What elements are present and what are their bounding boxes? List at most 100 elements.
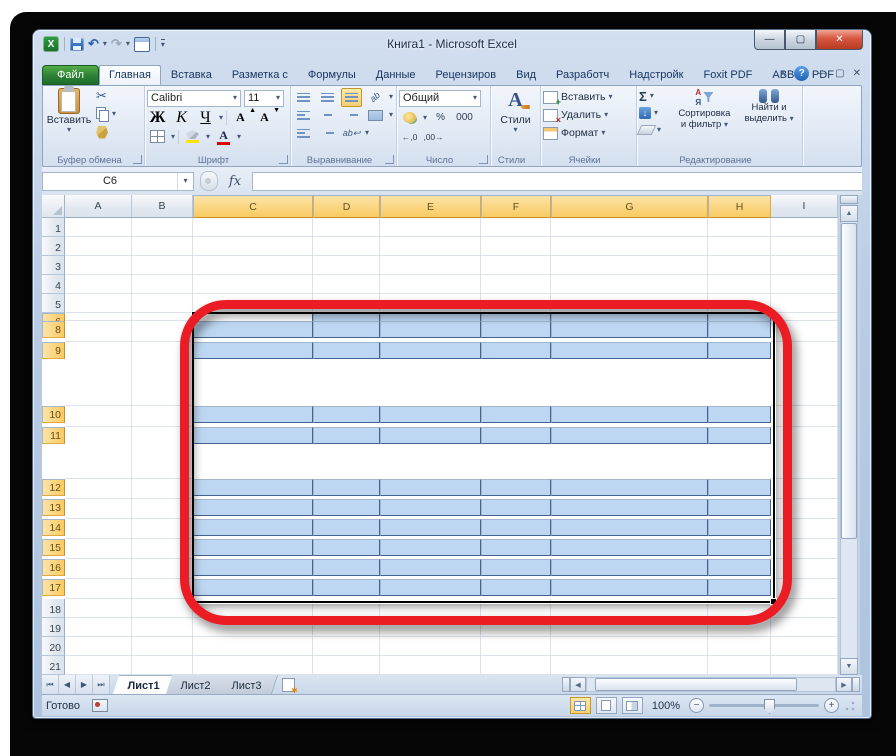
cell-F11[interactable] xyxy=(481,427,551,444)
vertical-scroll-track[interactable] xyxy=(840,222,858,658)
cell-H4[interactable] xyxy=(708,275,771,294)
cell-B17[interactable] xyxy=(132,579,193,599)
tab-data[interactable]: Данные xyxy=(366,65,426,85)
cell-C5[interactable] xyxy=(193,294,313,313)
cell-D8[interactable] xyxy=(313,321,380,338)
cell-C10[interactable] xyxy=(193,406,313,423)
cell-A1[interactable] xyxy=(65,218,132,237)
number-format-select[interactable]: Общий▾ xyxy=(399,90,481,107)
cell-E11[interactable] xyxy=(380,427,481,444)
cell-F20[interactable] xyxy=(481,637,551,656)
cell-A17[interactable] xyxy=(65,579,132,599)
cell-E14[interactable] xyxy=(380,519,481,536)
row-header-10[interactable]: 10 xyxy=(42,406,65,423)
cell-E21[interactable] xyxy=(380,656,481,675)
shrink-font-button[interactable]: A▼ xyxy=(254,108,275,127)
cell-H12[interactable] xyxy=(708,479,771,496)
cell-I13[interactable] xyxy=(771,499,838,519)
align-center-icon[interactable] xyxy=(317,106,338,125)
cell-C14[interactable] xyxy=(193,519,313,536)
cell-I16[interactable] xyxy=(771,559,838,579)
row-header-11[interactable]: 11 xyxy=(42,427,65,444)
cell-A3[interactable] xyxy=(65,256,132,275)
font-dialog-launcher[interactable] xyxy=(279,155,288,164)
underline-button[interactable]: Ч xyxy=(195,108,216,127)
cell-D5[interactable] xyxy=(313,294,380,313)
zoom-slider-thumb[interactable] xyxy=(764,699,775,714)
zoom-in-button[interactable]: + xyxy=(824,698,839,713)
cell-H15[interactable] xyxy=(708,539,771,556)
cell-D4[interactable] xyxy=(313,275,380,294)
cell-I1[interactable] xyxy=(771,218,838,237)
align-right-icon[interactable] xyxy=(341,106,362,125)
cell-E5[interactable] xyxy=(380,294,481,313)
cell-G5[interactable] xyxy=(551,294,708,313)
paste-button[interactable]: Вставить ▾ xyxy=(45,88,93,140)
row-header-3[interactable]: 3 xyxy=(42,256,65,275)
cell-I15[interactable] xyxy=(771,539,838,559)
column-header-I[interactable]: I xyxy=(771,195,838,218)
cell-B19[interactable] xyxy=(132,618,193,637)
cell-G9[interactable] xyxy=(551,342,708,359)
cell-A15[interactable] xyxy=(65,539,132,559)
cell-G13[interactable] xyxy=(551,499,708,516)
cell-C3[interactable] xyxy=(193,256,313,275)
cell-F19[interactable] xyxy=(481,618,551,637)
column-header-D[interactable]: D xyxy=(313,195,380,218)
cell-I20[interactable] xyxy=(771,637,838,656)
cell-C17[interactable] xyxy=(193,579,313,596)
row-header-5[interactable]: 5 xyxy=(42,294,65,313)
tab-formulas[interactable]: Формулы xyxy=(298,65,366,85)
cell-A5[interactable] xyxy=(65,294,132,313)
cell-A14[interactable] xyxy=(65,519,132,539)
delete-cells-button[interactable]: Удалить▾ xyxy=(543,106,634,124)
cell-H17[interactable] xyxy=(708,579,771,596)
sort-filter-button[interactable]: АЯ Сортировка и фильтр ▾ xyxy=(671,88,738,138)
formula-bar-handle[interactable] xyxy=(200,171,218,191)
cell-B8[interactable] xyxy=(132,321,193,342)
cell-A11[interactable] xyxy=(65,427,132,479)
cell-B11[interactable] xyxy=(132,427,193,479)
cell-I14[interactable] xyxy=(771,519,838,539)
cell-C15[interactable] xyxy=(193,539,313,556)
cell-D18[interactable] xyxy=(313,599,380,618)
horizontal-scroll-thumb[interactable] xyxy=(595,678,797,691)
decrease-decimal-button[interactable]: ,00→ xyxy=(423,127,444,146)
tab-file[interactable]: Файл xyxy=(42,65,99,85)
row-header-9[interactable]: 9 xyxy=(42,342,65,359)
tab-split-handle-right[interactable] xyxy=(852,677,860,692)
row-header-4[interactable]: 4 xyxy=(42,275,65,294)
tab-insert[interactable]: Вставка xyxy=(161,65,222,85)
cell-I3[interactable] xyxy=(771,256,838,275)
horizontal-scroll-track[interactable] xyxy=(586,677,836,692)
cell-A2[interactable] xyxy=(65,237,132,256)
cell-G21[interactable] xyxy=(551,656,708,675)
cell-I11[interactable] xyxy=(771,427,838,479)
cell-A18[interactable] xyxy=(65,599,132,618)
cell-C20[interactable] xyxy=(193,637,313,656)
scroll-down-button[interactable]: ▼ xyxy=(840,658,858,675)
align-bottom-icon[interactable] xyxy=(341,88,362,107)
cell-C18[interactable] xyxy=(193,599,313,618)
cell-C13[interactable] xyxy=(193,499,313,516)
cell-B1[interactable] xyxy=(132,218,193,237)
cell-G20[interactable] xyxy=(551,637,708,656)
grow-font-button[interactable]: A▲ xyxy=(230,108,251,127)
cell-H11[interactable] xyxy=(708,427,771,444)
cell-C19[interactable] xyxy=(193,618,313,637)
cell-D12[interactable] xyxy=(313,479,380,496)
cell-G10[interactable] xyxy=(551,406,708,423)
sheet-tab-3[interactable]: Лист3 xyxy=(217,675,278,694)
cell-D21[interactable] xyxy=(313,656,380,675)
row-header-8[interactable]: 8 xyxy=(42,321,65,338)
cell-D9[interactable] xyxy=(313,342,380,359)
tab-review[interactable]: Рецензиров xyxy=(426,65,507,85)
align-middle-icon[interactable] xyxy=(317,88,338,107)
find-select-button[interactable]: Найти и выделить ▾ xyxy=(738,88,800,138)
cell-F9[interactable] xyxy=(481,342,551,359)
row-header-1[interactable]: 1 xyxy=(42,218,65,237)
cell-H8[interactable] xyxy=(708,321,771,338)
cell-H9[interactable] xyxy=(708,342,771,359)
format-painter-button[interactable] xyxy=(96,126,108,139)
zoom-level[interactable]: 100% xyxy=(652,700,680,712)
